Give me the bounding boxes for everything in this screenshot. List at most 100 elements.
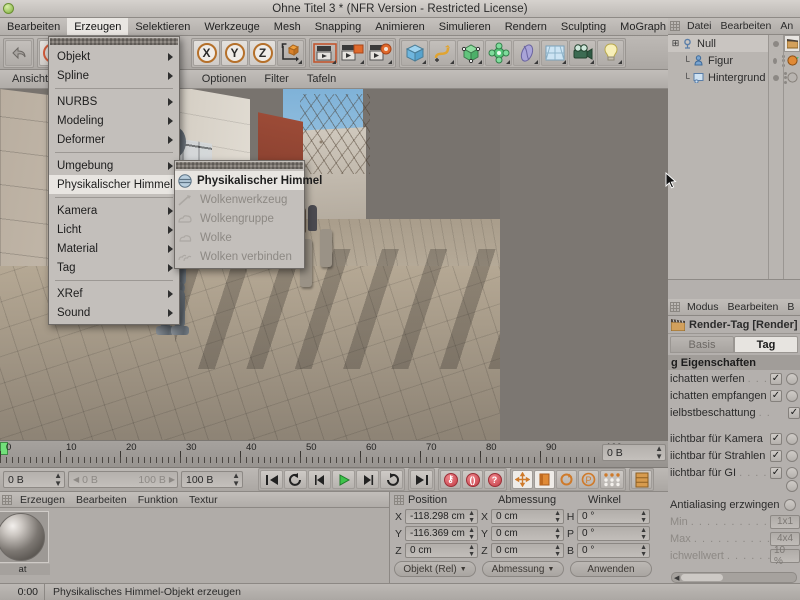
attr-radio[interactable] [786,432,798,445]
position-key-button[interactable] [512,470,533,489]
antialias-checkbox[interactable] [784,498,796,511]
range-left-arrow[interactable]: ◀ [73,475,79,484]
field-stepper-icon[interactable]: ▲ ▼ [468,527,475,541]
loop-forward-button[interactable] [380,470,403,489]
coordinates-grip-icon[interactable] [394,495,404,505]
coord-button-anwenden[interactable]: Anwenden [570,561,652,577]
erzeugen-item-kamera[interactable]: Kamera [49,201,179,220]
coord-button-objekt-rel-[interactable]: Objekt (Rel) ▼ [394,561,476,577]
antialias-value-field[interactable]: 4x4 [770,531,800,546]
current-frame-field[interactable]: 0 B ▲ ▼ [602,444,666,461]
start-stepper-icon[interactable]: ▲ ▼ [54,471,62,488]
deformer-button[interactable] [513,39,540,66]
erzeugen-item-deformer[interactable]: Deformer [49,130,179,149]
object-item-figur[interactable]: └ Figur [668,52,768,69]
field-stepper-icon[interactable]: ▲ ▼ [640,527,647,541]
himmel-item-physikalischer-himmel[interactable]: Physikalischer Himmel [175,171,322,190]
attr-radio[interactable] [786,479,798,492]
menu-item-rendern[interactable]: Rendern [498,18,554,35]
menu-item-selektieren[interactable]: Selektieren [128,18,197,35]
antialias-value-field[interactable]: 10 % [770,545,800,567]
viewport-menu-filter[interactable]: Filter [256,71,296,87]
start-frame-field[interactable]: 0 B ▲ ▼ [3,471,65,488]
attr-radio[interactable] [786,389,798,402]
submenu-grip[interactable] [176,162,303,169]
attr-checkbox[interactable] [770,432,782,445]
antialias-value-field[interactable]: 1x1 [770,514,800,529]
axis-x-button[interactable]: X [193,39,220,66]
range-right-arrow[interactable]: ▶ [169,475,175,484]
object-manager[interactable]: ⊞ Null └ Figur └ Hintergrund ✔ [668,35,800,280]
scale-key-button[interactable] [534,470,555,489]
field-stepper-icon[interactable]: ▲ ▼ [640,510,647,524]
key-settings-button[interactable]: ? [484,470,505,489]
material-list[interactable]: at [0,508,389,583]
render-settings-button[interactable] [367,39,394,66]
matmgr-menu-textur[interactable]: Textur [184,493,223,507]
erzeugen-item-nurbs[interactable]: NURBS [49,92,179,111]
erzeugen-item-umgebung[interactable]: Umgebung [49,156,179,175]
camera-button[interactable] [569,39,596,66]
position-field-x[interactable]: -118.298 cm ▲ ▼ [405,509,478,524]
viewport-menu-optionen[interactable]: Optionen [194,71,255,87]
attr-checkbox[interactable] [770,449,782,462]
timeline-ruler-bar[interactable]: 0102030405060708090100 0 B ▲▼ [0,441,668,468]
position-field-y[interactable]: -116.369 cm ▲ ▼ [405,526,478,541]
field-stepper-icon[interactable]: ▲ ▼ [554,527,561,541]
matmgr-menu-funktion[interactable]: Funktion [133,493,183,507]
light-button[interactable] [597,39,624,66]
autokey-button[interactable]: () [462,470,483,489]
angle-field-b[interactable]: 0 ° ▲ ▼ [577,543,650,558]
attr-grip-icon[interactable] [670,302,680,312]
undo-button[interactable] [5,39,32,66]
preview-range-field[interactable]: ◀ 0 B 100 B ▶ [68,471,178,488]
menu-item-animieren[interactable]: Animieren [368,18,432,35]
erzeugen-item-modeling[interactable]: Modeling [49,111,179,130]
nurbs-button[interactable] [457,39,484,66]
menu-item-snapping[interactable]: Snapping [308,18,369,35]
position-field-z[interactable]: 0 cm ▲ ▼ [405,543,478,558]
menu-item-sculpting[interactable]: Sculpting [554,18,613,35]
viewport-menu-tafeln[interactable]: Tafeln [299,71,344,87]
axis-z-button[interactable]: Z [249,39,276,66]
size-field-y[interactable]: 0 cm ▲ ▼ [491,526,564,541]
param-key-button[interactable]: P [578,470,599,489]
sky-tag-chip[interactable] [784,69,800,86]
angle-field-p[interactable]: 0 ° ▲ ▼ [577,526,650,541]
material-manager[interactable]: Erzeugen Bearbeiten Funktion Textur at [0,492,390,583]
go-to-end-button[interactable] [410,470,433,489]
attr-checkbox[interactable] [788,406,800,419]
visibility-dot-editor[interactable] [773,40,779,47]
coord-button-abmessung[interactable]: Abmessung ▼ [482,561,564,577]
panel-grip-icon[interactable] [670,21,680,31]
erzeugen-item-licht[interactable]: Licht [49,220,179,239]
erzeugen-item-objekt[interactable]: Objekt [49,47,179,66]
angle-field-h[interactable]: 0 ° ▲ ▼ [577,509,650,524]
visibility-dot-editor[interactable] [773,57,777,64]
record-key-button[interactable]: ⚷ [440,470,461,489]
point-level-button[interactable] [600,470,624,489]
array-button[interactable] [485,39,512,66]
step-forward-button[interactable] [356,470,379,489]
attr-checkbox[interactable] [770,372,782,385]
objmgr-menu-an[interactable]: An [776,19,797,33]
menu-item-simulieren[interactable]: Simulieren [432,18,498,35]
objmgr-menu-datei[interactable]: Datei [683,19,716,33]
attr-menu-modus[interactable]: Modus [683,300,723,314]
axis-y-button[interactable]: Y [221,39,248,66]
layout-button[interactable] [631,470,652,489]
size-field-z[interactable]: 0 cm ▲ ▼ [491,543,564,558]
menu-item-mograph[interactable]: MoGraph [613,18,673,35]
object-item-null[interactable]: ⊞ Null [668,35,768,52]
erzeugen-item-tag[interactable]: Tag [49,258,179,277]
menu-item-bearbeiten[interactable]: Bearbeiten [0,18,67,35]
material-tag-chip[interactable] [784,52,800,69]
erzeugen-item-physikalischer-himmel[interactable]: Physikalischer Himmel [49,175,190,194]
render-region-button[interactable] [339,39,366,66]
spline-pen-button[interactable] [429,39,456,66]
erzeugen-item-material[interactable]: Material [49,239,179,258]
objmgr-menu-bearbeiten[interactable]: Bearbeiten [717,19,776,33]
cube-button[interactable] [401,39,428,66]
material-grip-icon[interactable] [2,494,12,505]
erzeugen-item-spline[interactable]: Spline [49,66,179,85]
